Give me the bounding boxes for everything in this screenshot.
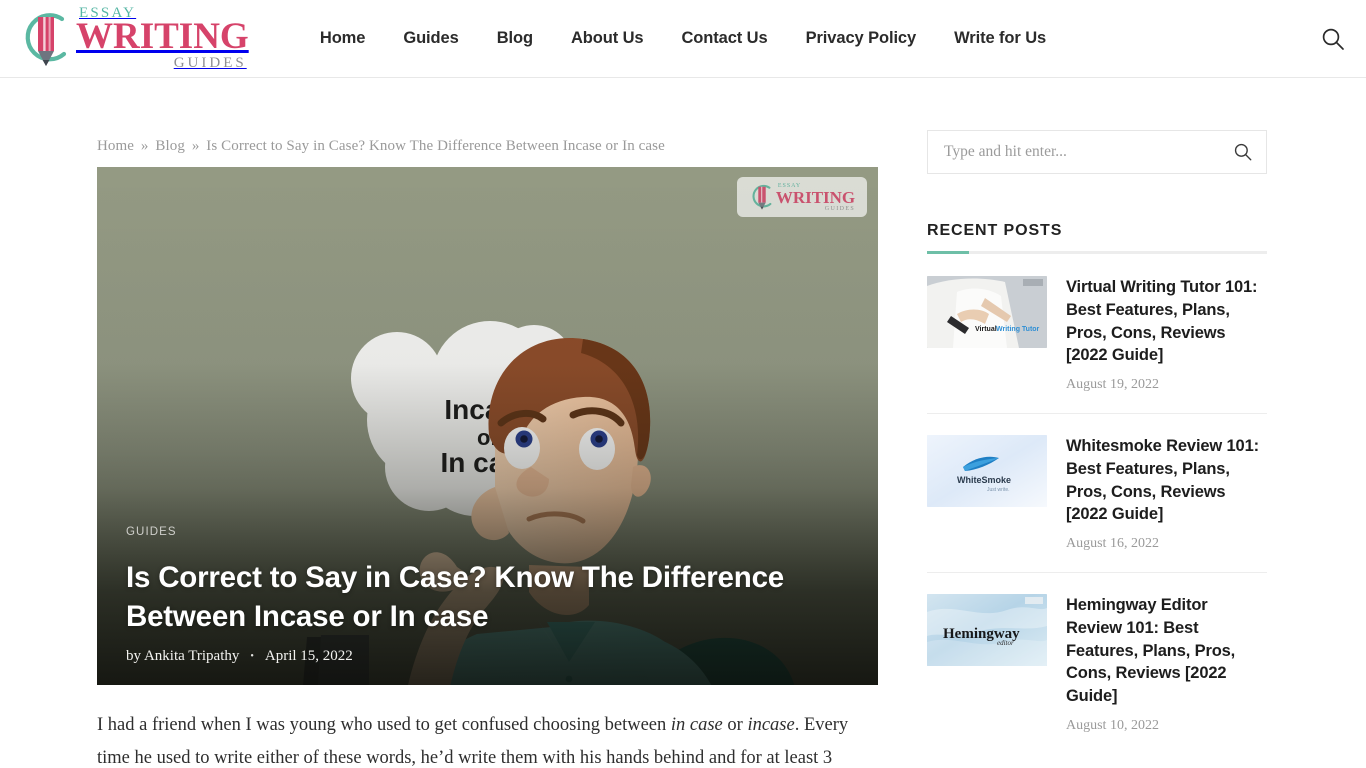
breadcrumb-blog[interactable]: Blog xyxy=(155,138,185,154)
page-title: Is Correct to Say in Case? Know The Diff… xyxy=(126,560,784,633)
svg-text:Virtual: Virtual xyxy=(975,326,997,333)
post-thumbnail[interactable]: Hemingway editor xyxy=(927,594,1047,667)
post-date: August 16, 2022 xyxy=(1066,536,1159,552)
main-content: Home » Blog » Is Correct to Say in Case?… xyxy=(97,78,879,768)
post-info: Hemingway Editor Review 101: Best Featur… xyxy=(1066,594,1267,734)
watermark-pencil-icon xyxy=(752,184,772,210)
site-logo[interactable]: ESSAY WRITING GUIDES xyxy=(18,6,249,70)
list-item[interactable]: Hemingway editor Hemingway Editor Review… xyxy=(927,594,1267,754)
post-info: Virtual Writing Tutor 101: Best Features… xyxy=(1066,276,1267,393)
post-info: Whitesmoke Review 101: Best Features, Pl… xyxy=(1066,435,1267,552)
hero-author: by Ankita Tripathy xyxy=(126,648,239,665)
para-em-incase: incase xyxy=(747,715,795,735)
breadcrumb-separator: » xyxy=(140,138,149,154)
watermark-guides-text: GUIDES xyxy=(824,205,856,212)
article-body: I had a friend when I was young who used… xyxy=(97,685,879,768)
byline-separator: • xyxy=(250,651,254,662)
recent-posts-list: Virtual Writing Tutor Virtual Writing Tu… xyxy=(927,276,1267,754)
breadcrumb-home[interactable]: Home xyxy=(97,138,134,154)
nav-item-contact-us[interactable]: Contact Us xyxy=(662,29,786,48)
widget-accent-rule xyxy=(927,251,1267,254)
sidebar-search-button[interactable] xyxy=(1233,142,1253,162)
hero-date: April 15, 2022 xyxy=(264,648,353,664)
logo-guides-text: GUIDES xyxy=(173,54,247,71)
logo-pencil-icon xyxy=(25,12,67,66)
hero-watermark-logo: ESSAY WRITING GUIDES xyxy=(737,177,867,217)
para-em-in-case: in case xyxy=(670,715,723,735)
watermark-writing-text: WRITING xyxy=(775,187,856,207)
breadcrumb-current: Is Correct to Say in Case? Know The Diff… xyxy=(206,138,665,154)
breadcrumb-separator: » xyxy=(191,138,200,154)
thumbnail-art: WhiteSmoke Just write. xyxy=(927,435,1047,508)
sidebar: RECENT POSTS xyxy=(927,78,1267,768)
list-item[interactable]: Virtual Writing Tutor Virtual Writing Tu… xyxy=(927,276,1267,415)
site-header: ESSAY WRITING GUIDES Home Guides Blog Ab… xyxy=(0,0,1366,78)
post-title-link[interactable]: Hemingway Editor Review 101: Best Featur… xyxy=(1066,594,1267,708)
page-container: Home » Blog » Is Correct to Say in Case?… xyxy=(0,78,1366,768)
byline-prefix: by xyxy=(126,648,141,664)
thumbnail-virtual-writing-tutor: Virtual Writing Tutor xyxy=(927,276,1047,348)
nav-item-privacy-policy[interactable]: Privacy Policy xyxy=(787,29,936,48)
post-thumbnail[interactable]: WhiteSmoke Just write. xyxy=(927,435,1047,508)
author-link[interactable]: Ankita Tripathy xyxy=(144,648,239,664)
logo-writing-text: WRITING xyxy=(76,16,249,58)
search-input[interactable] xyxy=(928,131,1266,173)
hero-caption: GUIDES Is Correct to Say in Case? Know T… xyxy=(126,522,838,665)
para-text-a: I had a friend when I was young who used… xyxy=(97,715,671,735)
post-date: August 10, 2022 xyxy=(1066,717,1159,733)
svg-text:WhiteSmoke: WhiteSmoke xyxy=(957,475,1011,485)
nav-item-write-for-us[interactable]: Write for Us xyxy=(935,29,1065,48)
hero-category-label[interactable]: GUIDES xyxy=(126,526,177,538)
post-date: August 19, 2022 xyxy=(1066,377,1159,393)
nav-item-guides[interactable]: Guides xyxy=(384,29,477,48)
nav-item-home[interactable]: Home xyxy=(301,29,384,48)
hero-byline: by Ankita Tripathy • April 15, 2022 xyxy=(126,648,838,665)
breadcrumb: Home » Blog » Is Correct to Say in Case?… xyxy=(97,78,879,167)
thumbnail-whitesmoke: WhiteSmoke Just write. xyxy=(927,435,1047,508)
list-item[interactable]: WhiteSmoke Just write. Whitesmoke Review… xyxy=(927,435,1267,574)
recent-posts-title: RECENT POSTS xyxy=(927,222,1063,239)
svg-text:editor: editor xyxy=(997,639,1014,647)
para-text-b: or xyxy=(722,715,748,735)
search-icon xyxy=(1234,143,1252,161)
post-thumbnail[interactable]: Virtual Writing Tutor xyxy=(927,276,1047,348)
svg-text:Writing Tutor: Writing Tutor xyxy=(996,326,1040,333)
logo-wordmark: ESSAY WRITING GUIDES xyxy=(76,6,249,70)
thumbnail-art: Hemingway editor xyxy=(927,594,1047,667)
thumbnail-art: Virtual Writing Tutor xyxy=(927,276,1047,348)
search-icon xyxy=(1322,28,1344,50)
featured-post-hero[interactable]: Incase or In case xyxy=(97,167,878,685)
nav-item-blog[interactable]: Blog xyxy=(478,29,552,48)
thumbnail-hemingway: Hemingway editor xyxy=(927,594,1047,667)
sidebar-search-box[interactable] xyxy=(927,130,1267,174)
post-title-link[interactable]: Whitesmoke Review 101: Best Features, Pl… xyxy=(1066,435,1267,526)
svg-text:Just write.: Just write. xyxy=(987,487,1010,493)
post-title-link[interactable]: Virtual Writing Tutor 101: Best Features… xyxy=(1066,276,1267,367)
header-search-button[interactable] xyxy=(1316,22,1350,56)
recent-posts-widget: RECENT POSTS Virtual Writing Tutor Virtu… xyxy=(927,222,1267,754)
article-paragraph: I had a friend when I was young who used… xyxy=(97,709,879,768)
nav-item-about-us[interactable]: About Us xyxy=(552,29,663,48)
